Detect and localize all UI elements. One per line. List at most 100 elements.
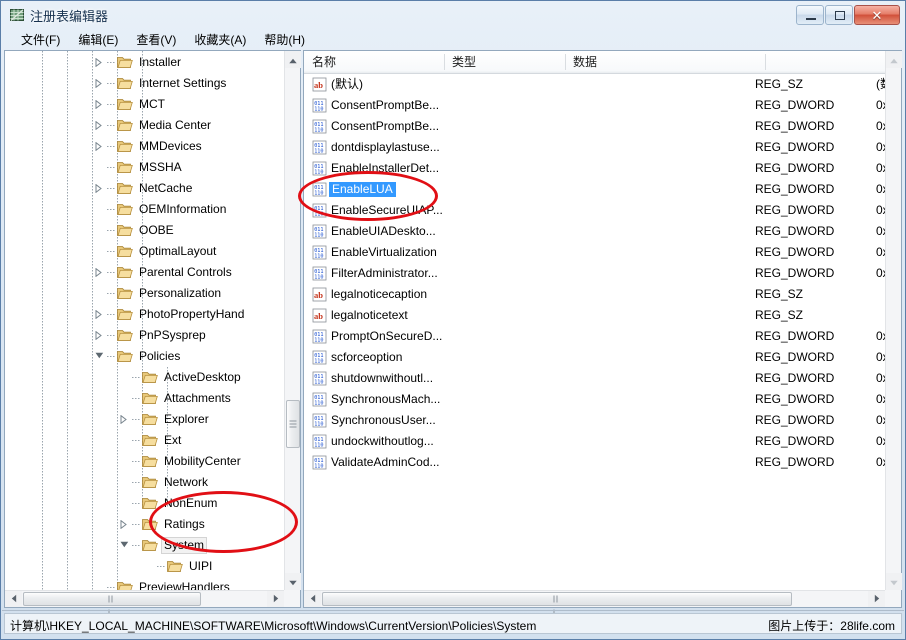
svg-text:110: 110 (314, 422, 323, 428)
table-row[interactable]: 011110PromptOnSecureD...REG_DWORD0x00000… (304, 326, 885, 347)
table-row[interactable]: 011110scforceoptionREG_DWORD0x00000000 (… (304, 347, 885, 368)
menu-favorites[interactable]: 收藏夹(A) (185, 29, 255, 50)
tree-item-ext[interactable]: Ext (5, 430, 284, 451)
tree-expander-collapsed-icon[interactable] (117, 409, 131, 430)
tree-item-network[interactable]: Network (5, 472, 284, 493)
tree-expander-collapsed-icon[interactable] (92, 73, 106, 94)
table-row[interactable]: 011110EnableVirtualizationREG_DWORD0x000… (304, 242, 885, 263)
tree-item-media-center[interactable]: Media Center (5, 115, 284, 136)
table-row[interactable]: 011110ConsentPromptBe...REG_DWORD0x00000… (304, 116, 885, 137)
chevron-left-icon (310, 592, 316, 606)
table-row[interactable]: 011110SynchronousUser...REG_DWORD0x00000… (304, 410, 885, 431)
tree-expander-collapsed-icon[interactable] (92, 178, 106, 199)
tree-item-mct[interactable]: MCT (5, 94, 284, 115)
tree-scroll-left-button[interactable] (5, 591, 22, 607)
values-horizontal-scrollbar[interactable] (304, 590, 885, 607)
tree-item-attachments[interactable]: Attachments (5, 388, 284, 409)
tree-expander-collapsed-icon[interactable] (92, 262, 106, 283)
tree-expander-collapsed-icon[interactable] (92, 52, 106, 73)
menu-help[interactable]: 帮助(H) (255, 29, 314, 50)
tree-item-oobe[interactable]: OOBE (5, 220, 284, 241)
svg-text:110: 110 (314, 233, 323, 239)
maximize-icon (835, 11, 845, 20)
tree-item-uipi[interactable]: UIPI (5, 556, 284, 577)
tree-item-ratings[interactable]: Ratings (5, 514, 284, 535)
registry-tree[interactable]: InstallerInternet SettingsMCTMedia Cente… (5, 51, 284, 590)
tree-item-system[interactable]: System (5, 535, 284, 556)
tree-expander-expanded-icon[interactable] (117, 535, 131, 556)
tree-expander-collapsed-icon[interactable] (92, 115, 106, 136)
table-row[interactable]: 011110ValidateAdminCod...REG_DWORD0x0000… (304, 452, 885, 473)
values-hscroll-thumb[interactable] (322, 592, 792, 606)
minimize-button[interactable] (796, 5, 824, 25)
menu-file[interactable]: 文件(F) (12, 29, 69, 50)
table-row[interactable]: 011110dontdisplaylastuse...REG_DWORD0x00… (304, 137, 885, 158)
table-row[interactable]: 011110SynchronousMach...REG_DWORD0x00000… (304, 389, 885, 410)
tree-vertical-scrollbar[interactable] (284, 51, 300, 590)
tree-expander-collapsed-icon[interactable] (92, 94, 106, 115)
tree-item-mobilitycenter[interactable]: MobilityCenter (5, 451, 284, 472)
tree-item-mmdevices[interactable]: MMDevices (5, 136, 284, 157)
tree-horizontal-scrollbar[interactable] (5, 590, 284, 607)
tree-scroll-thumb[interactable] (286, 400, 300, 448)
title-bar[interactable]: 注册表编辑器 ✕ (1, 1, 905, 29)
table-row[interactable]: 011110FilterAdministrator...REG_DWORD0x0… (304, 263, 885, 284)
table-row[interactable]: 011110undockwithoutlog...REG_DWORD0x0000… (304, 431, 885, 452)
tree-item-internet-settings[interactable]: Internet Settings (5, 73, 284, 94)
tree-hscroll-thumb[interactable] (23, 592, 201, 606)
maximize-button[interactable] (825, 5, 853, 25)
tree-expander-collapsed-icon[interactable] (92, 325, 106, 346)
table-row[interactable]: ab(默认)REG_SZ(数值未设置) (304, 74, 885, 95)
tree-scroll-down-button[interactable] (285, 573, 301, 590)
values-vertical-scrollbar[interactable] (885, 51, 901, 590)
value-data: 0x00000000 (0) (876, 224, 885, 239)
tree-item-activedesktop[interactable]: ActiveDesktop (5, 367, 284, 388)
tree-item-parental-controls[interactable]: Parental Controls (5, 262, 284, 283)
dword-value-icon: 011110 (312, 224, 327, 239)
column-header-name[interactable]: 名称 (304, 51, 444, 73)
table-row[interactable]: 011110EnableLUAREG_DWORD0x00000000 (0) (304, 179, 885, 200)
tree-scroll-right-button[interactable] (267, 591, 284, 607)
tree-expander-expanded-icon[interactable] (92, 346, 106, 367)
svg-text:110: 110 (314, 401, 323, 407)
tree-item-photopropertyhand[interactable]: PhotoPropertyHand (5, 304, 284, 325)
values-scroll-up-button[interactable] (886, 51, 902, 68)
tree-item-policies[interactable]: Policies (5, 346, 284, 367)
values-scroll-down-button[interactable] (886, 573, 902, 590)
tree-expander-collapsed-icon[interactable] (117, 514, 131, 535)
table-row[interactable]: 011110EnableUIADeskto...REG_DWORD0x00000… (304, 221, 885, 242)
tree-expander-collapsed-icon[interactable] (92, 136, 106, 157)
table-row[interactable]: 011110shutdownwithoutl...REG_DWORD0x0000… (304, 368, 885, 389)
column-header-type[interactable]: 类型 (444, 51, 565, 73)
folder-icon (117, 307, 133, 321)
tree-item-nonenum[interactable]: NonEnum (5, 493, 284, 514)
menu-edit[interactable]: 编辑(E) (69, 29, 127, 50)
close-button[interactable]: ✕ (854, 5, 900, 25)
tree-expander-collapsed-icon[interactable] (92, 304, 106, 325)
tree-scroll-up-button[interactable] (285, 51, 301, 68)
tree-item-previewhandlers[interactable]: PreviewHandlers (5, 577, 284, 590)
table-row[interactable]: 011110EnableInstallerDet...REG_DWORD0x00… (304, 158, 885, 179)
tree-item-personalization[interactable]: Personalization (5, 283, 284, 304)
values-list[interactable]: ab(默认)REG_SZ(数值未设置)011110ConsentPromptBe… (304, 73, 885, 590)
tree-item-mssha[interactable]: MSSHA (5, 157, 284, 178)
tree-item-pnpsysprep[interactable]: PnPSysprep (5, 325, 284, 346)
values-scroll-right-button[interactable] (868, 591, 885, 607)
table-row[interactable]: ablegalnoticecaptionREG_SZ (304, 284, 885, 305)
tree-connector (107, 188, 116, 189)
tree-item-netcache[interactable]: NetCache (5, 178, 284, 199)
tree-item-explorer[interactable]: Explorer (5, 409, 284, 430)
tree-connector (107, 104, 116, 105)
table-row[interactable]: 011110ConsentPromptBe...REG_DWORD0x00000… (304, 95, 885, 116)
menu-view[interactable]: 查看(V) (127, 29, 185, 50)
column-header-data[interactable]: 数据 (565, 51, 765, 73)
svg-text:110: 110 (314, 464, 323, 470)
folder-icon (142, 433, 158, 447)
table-row[interactable]: ablegalnoticetextREG_SZ (304, 305, 885, 326)
folder-icon (142, 475, 158, 489)
values-scroll-left-button[interactable] (304, 591, 321, 607)
tree-item-optimallayout[interactable]: OptimalLayout (5, 241, 284, 262)
table-row[interactable]: 011110EnableSecureUIAP...REG_DWORD0x0000… (304, 200, 885, 221)
tree-item-installer[interactable]: Installer (5, 52, 284, 73)
tree-item-oeminformation[interactable]: OEMInformation (5, 199, 284, 220)
